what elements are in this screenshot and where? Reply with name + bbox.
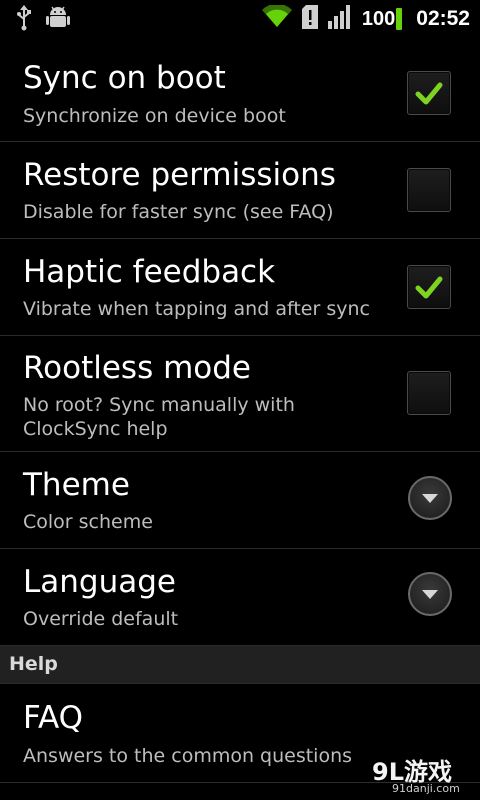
dropdown-arrow-icon: [422, 494, 438, 503]
clock: 02:52: [416, 7, 470, 30]
pref-summary: No root? Sync manually with ClockSync he…: [23, 394, 295, 440]
watermark: 9L游戏 91danji.com: [372, 752, 472, 798]
rootless-mode-checkbox[interactable]: [407, 371, 451, 415]
pref-title: Language: [23, 564, 176, 600]
language-dropdown-button[interactable]: [408, 572, 452, 616]
pref-title: FAQ: [23, 700, 84, 736]
restore-permissions-checkbox[interactable]: [407, 168, 451, 212]
dropdown-arrow-icon: [422, 590, 438, 599]
pref-summary: Override default: [23, 608, 179, 630]
pref-summary: Color scheme: [23, 511, 153, 533]
status-bar: 100 02:52: [0, 0, 480, 38]
pref-summary: Answers to the common questions: [23, 745, 353, 767]
pref-summary: Synchronize on device boot: [23, 105, 286, 127]
android-debug-icon: [46, 5, 70, 35]
pref-rootless-mode[interactable]: Rootless mode No root? Sync manually wit…: [0, 336, 480, 452]
section-header-help: Help: [0, 646, 480, 684]
usb-icon: [16, 5, 32, 35]
pref-title: Haptic feedback: [23, 254, 276, 290]
battery-level: 100: [361, 7, 396, 30]
sync-on-boot-checkbox[interactable]: [407, 71, 451, 115]
section-header-label: Help: [9, 653, 58, 675]
pref-language[interactable]: Language Override default: [0, 549, 480, 646]
pref-title: Sync on boot: [23, 60, 226, 96]
pref-theme[interactable]: Theme Color scheme: [0, 452, 480, 549]
pref-restore-permissions[interactable]: Restore permissions Disable for faster s…: [0, 142, 480, 239]
pref-haptic-feedback[interactable]: Haptic feedback Vibrate when tapping and…: [0, 239, 480, 336]
wifi-icon: [261, 3, 292, 33]
pref-title: Restore permissions: [23, 157, 336, 193]
watermark-url: 91danji.com: [392, 782, 460, 795]
pref-title: Theme: [23, 467, 130, 503]
checkmark-icon: [415, 276, 443, 299]
haptic-feedback-checkbox[interactable]: [407, 265, 451, 309]
theme-dropdown-button[interactable]: [408, 476, 452, 520]
pref-title: Rootless mode: [23, 350, 251, 386]
sd-card-alert-icon: [300, 5, 320, 33]
battery-icon: [396, 8, 403, 30]
pref-sync-on-boot[interactable]: Sync on boot Synchronize on device boot: [0, 44, 480, 142]
pref-summary: Disable for faster sync (see FAQ): [23, 201, 334, 223]
checkmark-icon: [415, 82, 443, 105]
signal-icon: [327, 5, 354, 33]
pref-summary: Vibrate when tapping and after sync: [23, 298, 370, 320]
